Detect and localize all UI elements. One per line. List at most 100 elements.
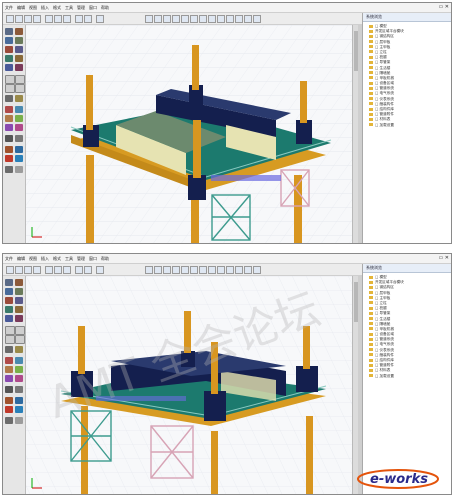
window-controls[interactable]: ▭ ✕ [438,255,449,261]
view-iso-icon[interactable] [172,15,180,23]
dimension-icon[interactable] [5,346,13,353]
text-icon[interactable] [15,95,23,102]
rotate-icon[interactable] [208,15,216,23]
view-side-icon[interactable] [163,15,171,23]
pipe-icon[interactable] [5,28,13,35]
arc-icon[interactable] [5,335,15,344]
measure-icon[interactable] [253,266,261,274]
save-icon[interactable] [24,266,32,274]
cable-tray-icon[interactable] [5,146,13,153]
view-top-icon[interactable] [154,15,162,23]
save-icon[interactable] [24,15,32,23]
zoom-out-icon[interactable] [190,266,198,274]
window-controls[interactable]: ▭ ✕ [438,4,449,10]
text-icon[interactable] [15,346,23,353]
zoom-in-icon[interactable] [181,15,189,23]
fit-icon[interactable] [217,15,225,23]
rectangle-icon[interactable] [15,335,25,344]
view-front-icon[interactable] [145,266,153,274]
cable-tray-icon[interactable] [5,397,13,404]
menu-edit[interactable]: 编辑 [15,3,27,12]
zoom-in-icon[interactable] [181,266,189,274]
redo-icon[interactable] [84,15,92,23]
shade-icon[interactable] [244,266,252,274]
redo-icon[interactable] [84,266,92,274]
menu-edit[interactable]: 编辑 [15,254,27,263]
menu-view[interactable]: 视图 [27,254,39,263]
new-icon[interactable] [6,15,14,23]
menu-view[interactable]: 视图 [27,3,39,12]
tank-icon[interactable] [15,106,23,113]
equipment-icon[interactable] [5,106,13,113]
pipe-icon[interactable] [5,279,13,286]
clash-icon[interactable] [5,417,13,424]
stair-icon[interactable] [15,64,23,71]
measure-icon[interactable] [253,15,261,23]
circle-icon[interactable] [15,326,25,335]
beam-icon[interactable] [5,306,13,313]
print-icon[interactable] [33,15,41,23]
cut-icon[interactable] [45,266,53,274]
tank-icon[interactable] [15,357,23,364]
menu-file[interactable]: 文件 [3,3,15,12]
new-icon[interactable] [6,266,14,274]
menu-insert[interactable]: 插入 [39,3,51,12]
reducer-icon[interactable] [15,297,23,304]
beam-icon[interactable] [5,55,13,62]
menu-insert[interactable]: 插入 [39,254,51,263]
copy-icon[interactable] [54,15,62,23]
flange-icon[interactable] [5,46,13,53]
pan-icon[interactable] [199,266,207,274]
view-top-icon[interactable] [154,266,162,274]
menu-window[interactable]: 窗口 [87,254,99,263]
zoom-out-icon[interactable] [190,15,198,23]
support-icon[interactable] [5,124,13,131]
layer-icon[interactable] [5,135,13,142]
menu-tools[interactable]: 工具 [63,3,75,12]
render-icon[interactable] [226,266,234,274]
fire-icon[interactable] [5,155,13,162]
report-icon[interactable] [15,417,23,424]
duct-icon[interactable] [15,146,23,153]
menu-manage[interactable]: 管理 [75,254,87,263]
hanger-icon[interactable] [15,375,23,382]
duct-icon[interactable] [15,397,23,404]
wireframe-icon[interactable] [235,15,243,23]
view-side-icon[interactable] [163,266,171,274]
stair-icon[interactable] [15,315,23,322]
dimension-icon[interactable] [5,95,13,102]
menu-format[interactable]: 格式 [51,3,63,12]
menu-file[interactable]: 文件 [3,254,15,263]
water-icon[interactable] [15,155,23,162]
column-icon[interactable] [15,306,23,313]
elbow-icon[interactable] [5,37,13,44]
menu-help[interactable]: 帮助 [99,3,111,12]
tee-icon[interactable] [15,288,23,295]
pan-icon[interactable] [199,15,207,23]
vessel-icon[interactable] [15,115,23,122]
line-icon[interactable] [5,75,15,84]
vessel-icon[interactable] [15,366,23,373]
reducer-icon[interactable] [15,46,23,53]
menu-tools[interactable]: 工具 [63,254,75,263]
clash-icon[interactable] [5,166,13,173]
tee-icon[interactable] [15,37,23,44]
rectangle-icon[interactable] [15,84,25,93]
water-icon[interactable] [15,406,23,413]
view-front-icon[interactable] [145,15,153,23]
wireframe-icon[interactable] [235,266,243,274]
plate-icon[interactable] [5,64,13,71]
menu-manage[interactable]: 管理 [75,3,87,12]
column-icon[interactable] [15,55,23,62]
equipment-icon[interactable] [5,357,13,364]
plate-icon[interactable] [5,315,13,322]
open-icon[interactable] [15,266,23,274]
select-icon[interactable] [96,266,104,274]
valve-icon[interactable] [15,279,23,286]
fire-icon[interactable] [5,406,13,413]
undo-icon[interactable] [75,266,83,274]
view-iso-icon[interactable] [172,266,180,274]
report-icon[interactable] [15,166,23,173]
rotate-icon[interactable] [208,266,216,274]
paste-icon[interactable] [63,15,71,23]
